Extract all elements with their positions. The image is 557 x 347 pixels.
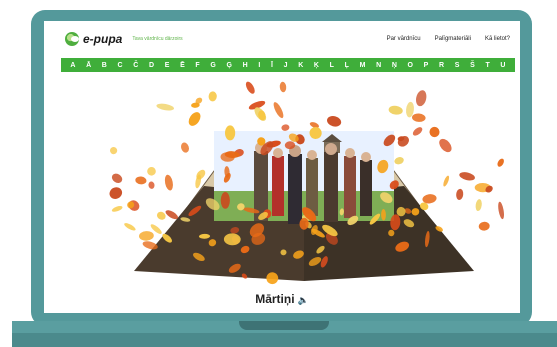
alphabet-letter[interactable]: Ā <box>86 62 91 69</box>
leaf <box>111 173 123 183</box>
leaf <box>124 223 136 231</box>
alphabet-letter[interactable]: Ģ <box>227 62 232 69</box>
leaf <box>394 157 404 165</box>
leaf <box>388 105 403 115</box>
leaf <box>156 103 174 111</box>
leaf <box>109 187 123 199</box>
alphabet-letter[interactable]: Š <box>470 62 475 69</box>
alphabet-letter[interactable]: Ķ <box>314 62 319 69</box>
leaf <box>164 174 173 191</box>
leaf <box>245 81 255 94</box>
alphabet-letter[interactable]: P <box>424 62 429 69</box>
main-nav: Par vārdnīcu Palīgmateriāli Kā lietot? <box>387 36 510 42</box>
leaf <box>148 181 155 189</box>
leaf <box>456 188 464 200</box>
leaf <box>156 211 166 220</box>
leaf <box>397 136 409 147</box>
alphabet-letter[interactable]: Ļ <box>345 62 349 69</box>
leaf <box>281 124 290 131</box>
alphabet-letter[interactable]: G <box>210 62 215 69</box>
alphabet-letter[interactable]: B <box>102 62 107 69</box>
leaf <box>147 167 156 176</box>
alphabet-letter[interactable]: C <box>118 62 123 69</box>
laptop-notch <box>239 321 329 330</box>
leaf <box>109 146 118 155</box>
nav-materials[interactable]: Palīgmateriāli <box>435 36 471 42</box>
alphabet-letter[interactable]: Ē <box>180 62 185 69</box>
leaf <box>478 221 490 231</box>
word-title-row: Mārtiņi 🔈 <box>44 292 520 306</box>
alphabet-letter[interactable]: F <box>195 62 199 69</box>
alphabet-letter[interactable]: Č <box>133 62 138 69</box>
leaf <box>111 206 123 212</box>
nav-about[interactable]: Par vārdnīcu <box>387 36 421 42</box>
nav-how-to-use[interactable]: Kā lietot? <box>485 36 510 42</box>
leaf <box>139 231 154 241</box>
alphabet-letter[interactable]: Ņ <box>392 62 397 69</box>
alphabet-letter[interactable]: E <box>165 62 170 69</box>
leaf <box>412 127 423 136</box>
logo-text: e-pupa <box>83 32 123 46</box>
leaf <box>273 102 284 119</box>
leaf <box>135 176 147 185</box>
leaf <box>279 81 287 93</box>
website-screen: e-pupa Tava vārdnīcu dārzoirs Par vārdnī… <box>44 21 520 313</box>
alphabet-letter[interactable]: M <box>360 62 366 69</box>
leaf <box>327 116 342 127</box>
leaf <box>220 192 230 209</box>
leaf <box>412 113 426 122</box>
leaf <box>429 126 440 138</box>
alphabet-letter[interactable]: U <box>500 62 505 69</box>
alphabet-letter[interactable]: N <box>376 62 381 69</box>
alphabet-letter[interactable]: Ī <box>271 62 273 69</box>
alphabet-letter[interactable]: J <box>284 62 288 69</box>
leaf <box>475 199 482 212</box>
alphabet-letter[interactable]: S <box>455 62 460 69</box>
alphabet-letter[interactable]: L <box>330 62 334 69</box>
leaf <box>181 142 189 153</box>
leaf <box>188 112 201 126</box>
alphabet-letter[interactable]: I <box>258 62 260 69</box>
leaf <box>498 201 504 220</box>
hero-illustration <box>109 81 504 285</box>
speaker-icon[interactable]: 🔈 <box>298 295 309 305</box>
leaf <box>439 138 452 153</box>
alphabet-letter[interactable]: R <box>439 62 444 69</box>
leaf <box>459 172 475 181</box>
leaf <box>208 91 217 102</box>
alphabet-letter[interactable]: D <box>149 62 154 69</box>
logo-icon <box>65 32 79 46</box>
leaf <box>443 175 450 187</box>
alphabet-letter[interactable]: H <box>243 62 248 69</box>
alphabet-letter[interactable]: T <box>485 62 489 69</box>
word-title: Mārtiņi <box>255 292 295 306</box>
alphabet-letter[interactable]: K <box>298 62 303 69</box>
leaf <box>415 90 427 107</box>
tagline: Tava vārdnīcu dārzoirs <box>132 36 183 42</box>
site-header: e-pupa Tava vārdnīcu dārzoirs Par vārdnī… <box>44 21 520 55</box>
site-logo[interactable]: e-pupa Tava vārdnīcu dārzoirs <box>65 32 183 46</box>
alphabet-bar: AĀBCČDEĒFGĢHIĪJKĶLĻMNŅOPRSŠTU <box>61 58 515 72</box>
leaf <box>224 125 236 141</box>
alphabet-letter[interactable]: O <box>408 62 413 69</box>
leaf <box>497 158 504 167</box>
alphabet-letter[interactable]: A <box>70 62 75 69</box>
laptop-base-shadow <box>12 333 557 347</box>
